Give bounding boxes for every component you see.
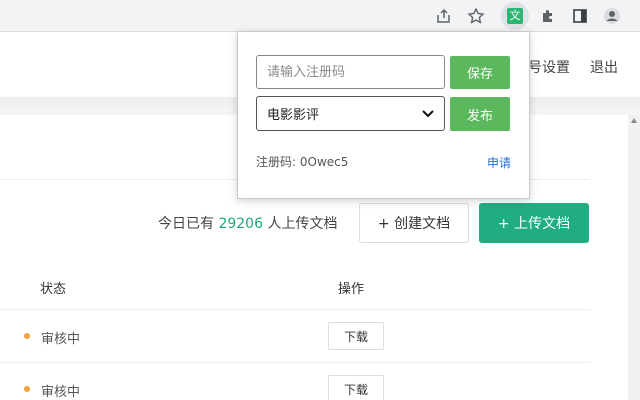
status-label: 审核中 [41,332,81,347]
download-button[interactable]: 下载 [328,375,384,400]
category-selected-value: 电影影评 [267,108,320,123]
status-dot [24,386,30,392]
column-header-status: 状态 [40,282,67,297]
save-button[interactable]: 保存 [450,56,510,89]
status-label: 审核中 [41,385,81,400]
share-icon[interactable] [432,4,456,28]
extension-wen-icon[interactable]: 文 [501,2,529,30]
puzzle-icon[interactable] [536,4,560,28]
extension-glyph: 文 [507,8,523,24]
category-select[interactable]: 电影影评 [256,96,445,131]
scroll-up-arrow-icon[interactable] [631,118,637,123]
apply-link[interactable]: 申请 [487,154,511,171]
page-scrollbar[interactable] [628,115,640,400]
chevron-down-icon [422,109,434,117]
registration-code-input[interactable] [256,55,445,89]
create-document-button[interactable]: + 创建文档 [359,203,469,243]
today-upload-stat: 今日已有 29206 人上传文档 [158,213,337,233]
today-prefix: 今日已有 [158,216,219,232]
publish-button[interactable]: 发布 [450,97,510,131]
upload-document-button[interactable]: + 上传文档 [479,203,589,243]
star-icon[interactable] [464,4,488,28]
profile-icon[interactable] [600,4,624,28]
account-settings-link[interactable]: 号设置 [528,57,570,77]
status-dot [24,333,30,339]
table-header-divider [0,309,590,310]
row-divider [0,362,590,363]
download-button[interactable]: 下载 [328,322,384,350]
today-count: 29206 [218,216,263,232]
extension-popup: 保存 电影影评 发布 注册码: 0Owec5 申请 [237,31,530,199]
registration-code-label: 注册码: 0Owec5 [256,155,349,169]
browser-toolbar: 文 [0,0,640,32]
today-suffix: 人上传文档 [263,216,338,232]
sidepanel-icon[interactable] [568,4,592,28]
column-header-action: 操作 [338,282,365,297]
logout-link[interactable]: 退出 [590,57,618,77]
